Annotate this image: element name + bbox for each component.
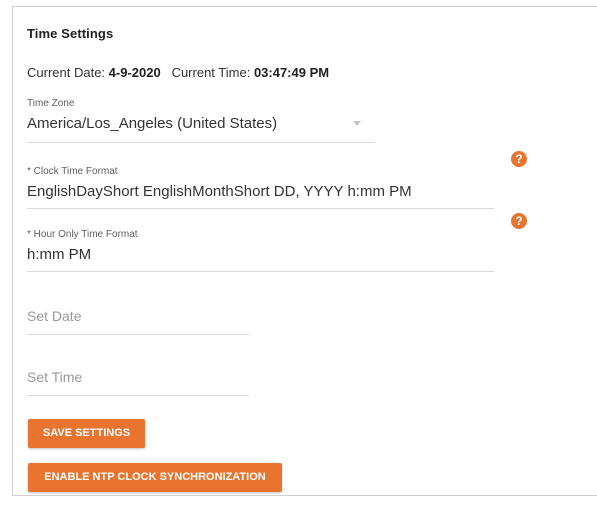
current-time-value: 03:47:49 PM <box>253 65 330 80</box>
set-time-input[interactable]: Set Time <box>27 369 249 396</box>
hour-only-time-format-label: * Hour Only Time Format <box>27 229 138 240</box>
panel-title: Time Settings <box>27 26 114 41</box>
clock-time-format-label: * Clock Time Format <box>27 166 118 177</box>
hour-only-time-format-underline <box>27 271 494 272</box>
current-date-label: Current Date: <box>27 65 106 80</box>
set-time-underline <box>27 395 249 396</box>
set-date-underline <box>27 334 249 335</box>
current-date-time: Current Date: 4-9-2020 Current Time: 03:… <box>27 65 329 80</box>
time-zone-underline <box>27 142 375 143</box>
save-settings-button[interactable]: SAVE SETTINGS <box>28 419 145 448</box>
time-settings-panel: Time Settings Current Date: 4-9-2020 Cur… <box>12 6 597 496</box>
set-date-input[interactable]: Set Date <box>27 308 249 335</box>
current-time-label: Current Time: <box>171 65 251 80</box>
clock-time-format-underline <box>27 208 494 209</box>
time-zone-select[interactable]: Time Zone America/Los_Angeles (United St… <box>27 98 375 143</box>
time-zone-value[interactable]: America/Los_Angeles (United States) <box>27 115 375 132</box>
clock-time-format-field[interactable]: * Clock Time Format EnglishDayShort Engl… <box>27 166 494 209</box>
help-icon[interactable]: ? <box>511 151 527 167</box>
current-date-value: 4-9-2020 <box>108 65 161 80</box>
time-zone-label: Time Zone <box>27 98 75 109</box>
hour-only-time-format-field[interactable]: * Hour Only Time Format h:mm PM <box>27 229 494 272</box>
clock-time-format-input[interactable]: EnglishDayShort EnglishMonthShort DD, YY… <box>27 183 494 200</box>
set-time-placeholder[interactable]: Set Time <box>27 369 249 385</box>
enable-ntp-sync-button[interactable]: ENABLE NTP CLOCK SYNCHRONIZATION <box>28 463 282 492</box>
chevron-down-icon[interactable] <box>353 121 361 126</box>
help-icon[interactable]: ? <box>511 213 527 229</box>
hour-only-time-format-input[interactable]: h:mm PM <box>27 246 494 263</box>
set-date-placeholder[interactable]: Set Date <box>27 308 249 324</box>
